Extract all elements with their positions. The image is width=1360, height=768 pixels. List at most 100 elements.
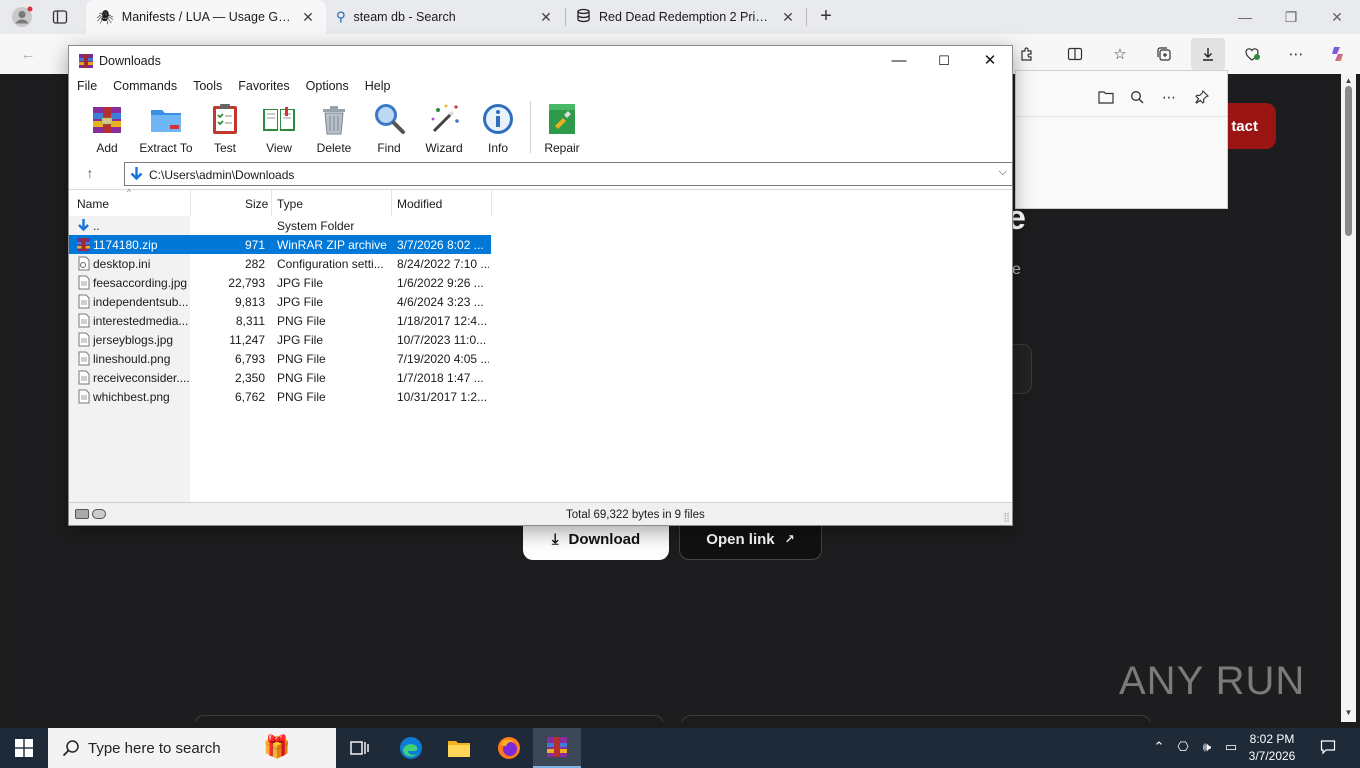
resize-grip-icon[interactable]: ⣿ — [1003, 512, 1010, 523]
tool-label: Add — [96, 141, 118, 155]
open-link-label: Open link — [706, 530, 775, 548]
chevron-down-icon[interactable]: ⌵ — [999, 166, 1007, 179]
minimize-icon[interactable]: — — [876, 50, 922, 72]
view-button[interactable]: View — [249, 101, 309, 155]
column-header-size[interactable]: Size — [245, 190, 268, 216]
file-explorer-icon[interactable] — [435, 728, 483, 768]
extract-to-button[interactable]: Extract To — [136, 101, 196, 155]
winrar-taskbar-icon[interactable] — [533, 728, 581, 768]
restore-icon[interactable]: ❐ — [1280, 6, 1302, 28]
extensions-puzzle-icon[interactable] — [1014, 42, 1040, 66]
menu-help[interactable]: Help — [365, 76, 399, 97]
start-button[interactable] — [0, 728, 48, 768]
file-row[interactable]: desktop.ini 282 Configuration setti... 8… — [69, 254, 491, 273]
delete-button[interactable]: Delete — [304, 101, 364, 155]
repair-button[interactable]: Repair — [532, 101, 592, 155]
tab-actions-icon[interactable] — [47, 5, 73, 29]
column-header-modified[interactable]: Modified — [397, 190, 442, 216]
status-summary: Total 69,322 bytes in 9 files — [566, 509, 705, 521]
file-row[interactable]: independentsub... 9,813 JPG File 4/6/202… — [69, 292, 491, 311]
search-icon: ⚲ — [336, 9, 346, 24]
winrar-window: Downloads — ☐ ✕ File Commands Tools Favo… — [68, 45, 1013, 526]
minimize-icon[interactable]: — — [1234, 6, 1256, 28]
network-icon[interactable]: ⎔ — [1175, 739, 1191, 755]
close-icon[interactable]: ✕ — [780, 9, 796, 26]
search-icon[interactable] — [1127, 87, 1147, 107]
database-icon — [576, 8, 591, 26]
open-folder-icon[interactable] — [1096, 87, 1116, 107]
file-name: interestedmedia... — [93, 314, 189, 328]
column-divider[interactable] — [491, 190, 492, 216]
tab-steamdb-search[interactable]: ⚲ steam db - Search ✕ — [326, 0, 564, 34]
back-arrow-icon[interactable]: ← — [15, 42, 41, 66]
tab-rdr2-price[interactable]: Red Dead Redemption 2 Price his ✕ — [566, 0, 806, 34]
profile-avatar-icon[interactable] — [9, 5, 35, 29]
menu-options[interactable]: Options — [306, 76, 357, 97]
system-clock[interactable]: 8:02 PM 3/7/2026 — [1240, 731, 1304, 765]
downloads-icon[interactable] — [1191, 38, 1225, 70]
search-icon — [62, 740, 79, 757]
up-arrow-icon[interactable]: ↑ — [81, 165, 99, 183]
test-clipboard-icon — [213, 104, 237, 134]
external-arrow-icon: ↗ — [784, 532, 795, 546]
info-button[interactable]: Info — [468, 101, 528, 155]
column-divider[interactable] — [190, 190, 191, 216]
file-list[interactable]: ^ Name Size Type Modified .. System Fold… — [69, 188, 1012, 502]
scroll-thumb[interactable] — [1345, 86, 1352, 236]
file-row[interactable]: jerseyblogs.jpg 11,247 JPG File 10/7/202… — [69, 330, 491, 349]
menu-favorites[interactable]: Favorites — [238, 76, 297, 97]
wizard-button[interactable]: Wizard — [414, 101, 474, 155]
scroll-down-icon[interactable]: ▼ — [1343, 708, 1354, 718]
maximize-icon[interactable]: ☐ — [921, 50, 967, 72]
column-header-name[interactable]: Name — [77, 190, 109, 216]
close-icon[interactable]: ✕ — [967, 50, 1013, 72]
menu-tools[interactable]: Tools — [193, 76, 230, 97]
file-row[interactable]: whichbest.png 6,762 PNG File 10/31/2017 … — [69, 387, 491, 406]
language-icon[interactable]: ▭ — [1223, 739, 1239, 755]
file-row[interactable]: lineshould.png 6,793 PNG File 7/19/2020 … — [69, 349, 491, 368]
split-screen-icon[interactable] — [1062, 42, 1088, 66]
bug-icon: 🕷 — [96, 8, 114, 25]
drive-icon[interactable] — [75, 509, 89, 519]
column-divider[interactable] — [391, 190, 392, 216]
new-tab-button[interactable]: + — [815, 5, 837, 27]
pin-icon[interactable] — [1192, 87, 1212, 107]
column-divider[interactable] — [271, 190, 272, 216]
more-options-icon[interactable]: ⋯ — [1159, 87, 1179, 107]
close-icon[interactable]: ✕ — [300, 9, 316, 26]
more-menu-icon[interactable]: ⋯ — [1283, 42, 1309, 66]
close-window-icon[interactable]: ✕ — [1326, 6, 1348, 28]
tab-manifests[interactable]: 🕷 Manifests / LUA — Usage Guide ✕ — [86, 0, 326, 34]
close-icon[interactable]: ✕ — [538, 9, 554, 26]
task-view-icon[interactable] — [336, 728, 384, 768]
taskbar-search-box[interactable]: Type here to search 🎁 — [48, 728, 336, 768]
favorites-star-icon[interactable]: ☆ — [1107, 42, 1133, 66]
file-row[interactable]: receiveconsider.... 2,350 PNG File 1/7/2… — [69, 368, 491, 387]
browser-essentials-icon[interactable] — [1239, 42, 1265, 66]
edge-browser-icon[interactable] — [387, 728, 435, 768]
file-row-selected[interactable]: 1174180.zip 971 WinRAR ZIP archive 3/7/2… — [69, 235, 491, 254]
key-icon[interactable] — [92, 509, 106, 519]
chevron-up-icon[interactable]: ⌃ — [1151, 739, 1167, 755]
add-button[interactable]: Add — [77, 101, 137, 155]
file-row[interactable]: interestedmedia... 8,311 PNG File 1/18/2… — [69, 311, 491, 330]
path-combobox[interactable]: C:\Users\admin\Downloads ⌵ — [124, 162, 1013, 186]
file-row-parent[interactable]: .. System Folder — [69, 216, 491, 235]
file-name: independentsub... — [93, 295, 189, 309]
file-name: .. — [93, 219, 100, 233]
column-header-type[interactable]: Type — [277, 190, 303, 216]
find-button[interactable]: Find — [359, 101, 419, 155]
file-row[interactable]: feesaccording.jpg 22,793 JPG File 1/6/20… — [69, 273, 491, 292]
collections-icon[interactable] — [1151, 42, 1177, 66]
firefox-icon[interactable] — [485, 728, 533, 768]
menu-file[interactable]: File — [77, 76, 105, 97]
copilot-icon[interactable] — [1325, 42, 1351, 66]
volume-icon[interactable]: 🕪 — [1199, 739, 1215, 755]
file-name: lineshould.png — [93, 352, 171, 366]
scroll-up-icon[interactable]: ▲ — [1343, 76, 1354, 86]
menu-commands[interactable]: Commands — [113, 76, 185, 97]
test-button[interactable]: Test — [195, 101, 255, 155]
winrar-titlebar[interactable]: Downloads — ☐ ✕ — [69, 46, 1012, 76]
notification-icon[interactable] — [1320, 739, 1336, 755]
page-scrollbar[interactable]: ▲ ▼ — [1341, 74, 1356, 722]
